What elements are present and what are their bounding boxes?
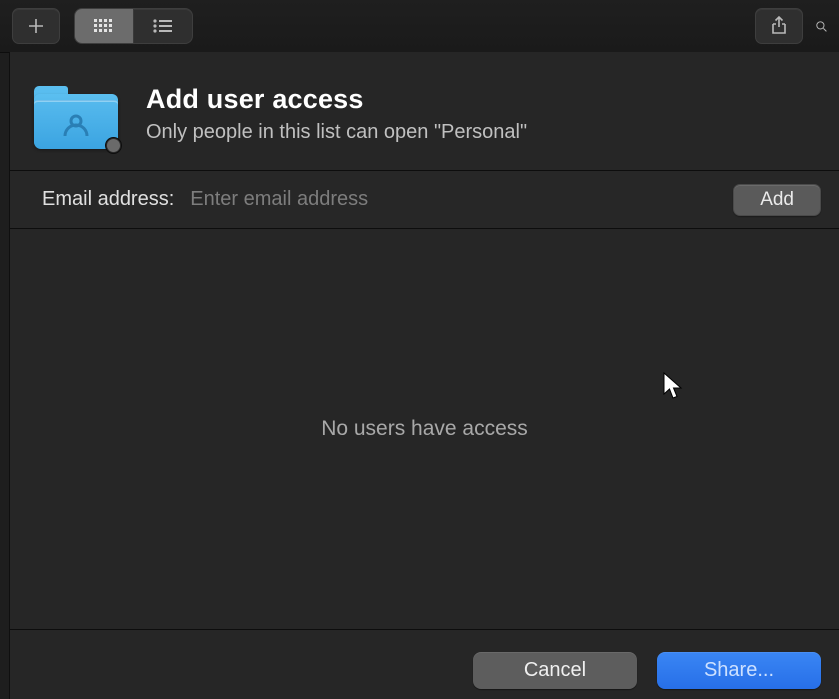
dialog-heading-group: Add user access Only people in this list… (146, 84, 527, 144)
dialog-footer: Cancel Share... (10, 629, 839, 699)
view-mode-icons-button[interactable] (75, 9, 133, 43)
list-icon (152, 18, 174, 34)
new-tab-button[interactable] (12, 8, 60, 44)
plus-icon (27, 17, 45, 35)
add-user-access-dialog: Add user access Only people in this list… (9, 52, 839, 699)
share-icon (770, 16, 788, 36)
share-button[interactable]: Share... (657, 652, 821, 689)
empty-state-text: No users have access (321, 417, 528, 441)
dialog-title: Add user access (146, 84, 527, 115)
finder-window: Add user access Only people in this list… (0, 0, 839, 699)
view-mode-segmented-control (74, 8, 193, 44)
dialog-header: Add user access Only people in this list… (10, 52, 839, 170)
dialog-subtitle: Only people in this list can open "Perso… (146, 121, 527, 144)
cancel-button[interactable]: Cancel (473, 652, 637, 689)
share-toolbar-button[interactable] (755, 8, 803, 44)
email-row: Email address: Add (10, 170, 839, 229)
add-button[interactable]: Add (733, 184, 821, 216)
shared-folder-icon (34, 86, 118, 150)
toolbar (0, 0, 839, 53)
search-icon (815, 16, 827, 36)
grid-icon (93, 18, 115, 34)
search-toolbar-button[interactable] (817, 16, 827, 36)
view-mode-list-button[interactable] (133, 9, 192, 43)
email-label: Email address: (42, 188, 174, 211)
email-input[interactable] (188, 182, 719, 217)
folder-glyph-icon (61, 114, 91, 136)
user-list: No users have access (10, 229, 839, 629)
